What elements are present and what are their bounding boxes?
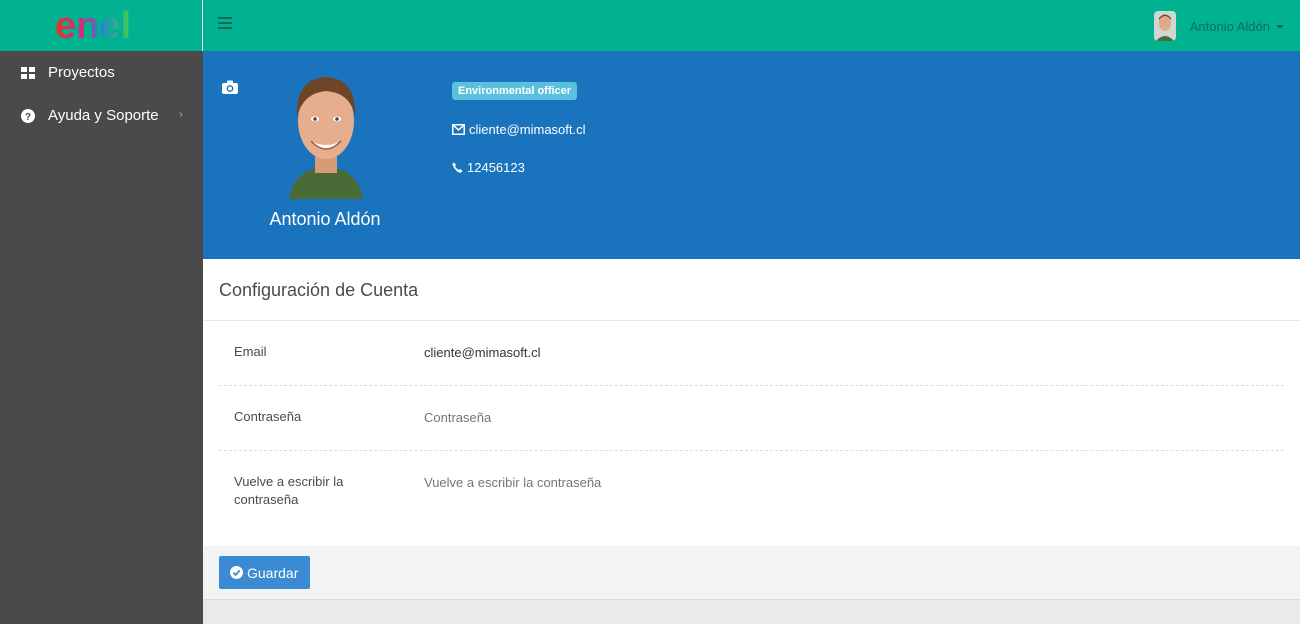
password-label: Contraseña (234, 409, 302, 424)
retype-password-label: Vuelve a escribir la contraseña (234, 474, 344, 507)
profile-phone-text: 12456123 (467, 160, 525, 175)
svg-text:?: ? (25, 112, 31, 123)
account-settings-card: Configuración de Cuenta Email cliente@mi… (203, 259, 1300, 546)
phone-icon (452, 162, 463, 173)
retype-password-field[interactable] (424, 475, 824, 490)
password-row: Contraseña (219, 386, 1284, 451)
question-circle-icon: ? (20, 108, 36, 124)
sidebar: Proyectos ? Ayuda y Soporte › (0, 51, 203, 624)
top-navbar: enel Antonio Aldón (0, 0, 1300, 51)
sidebar-item-label: Ayuda y Soporte (48, 107, 159, 124)
logo[interactable]: enel (0, 0, 203, 51)
sidebar-item-proyectos[interactable]: Proyectos (0, 51, 203, 94)
profile-phone: 12456123 (452, 160, 525, 175)
camera-icon[interactable] (222, 80, 238, 99)
password-field[interactable] (424, 410, 824, 425)
email-row: Email cliente@mimasoft.cl (219, 321, 1284, 386)
user-menu[interactable]: Antonio Aldón (1153, 10, 1284, 42)
menu-toggle-icon[interactable] (218, 17, 234, 33)
caret-down-icon (1276, 25, 1284, 29)
email-label: Email (234, 344, 267, 359)
card-title: Configuración de Cuenta (203, 259, 1300, 321)
sidebar-item-label: Proyectos (48, 64, 115, 81)
chevron-right-icon: › (179, 107, 183, 121)
grid-icon (20, 65, 36, 81)
profile-email: cliente@mimasoft.cl (452, 122, 586, 137)
email-value: cliente@mimasoft.cl (424, 345, 541, 360)
profile-email-text: cliente@mimasoft.cl (469, 122, 586, 137)
enel-logo: enel (55, 8, 131, 44)
user-name: Antonio Aldón (1189, 18, 1270, 34)
check-circle-icon (230, 566, 243, 579)
profile-name: Antonio Aldón (269, 209, 381, 229)
avatar (1153, 11, 1176, 41)
svg-text:enel: enel (55, 8, 131, 44)
envelope-icon (452, 124, 465, 135)
profile-banner: Antonio Aldón Environmental officer clie… (203, 51, 1300, 259)
profile-photo (285, 71, 367, 199)
card-footer: Guardar (203, 546, 1300, 600)
save-button-label: Guardar (247, 564, 299, 581)
save-button[interactable]: Guardar (219, 556, 311, 589)
retype-password-row: Vuelve a escribir la contraseña (219, 451, 1284, 541)
sidebar-item-ayuda[interactable]: ? Ayuda y Soporte › (0, 94, 203, 137)
role-badge: Environmental officer (452, 82, 578, 100)
